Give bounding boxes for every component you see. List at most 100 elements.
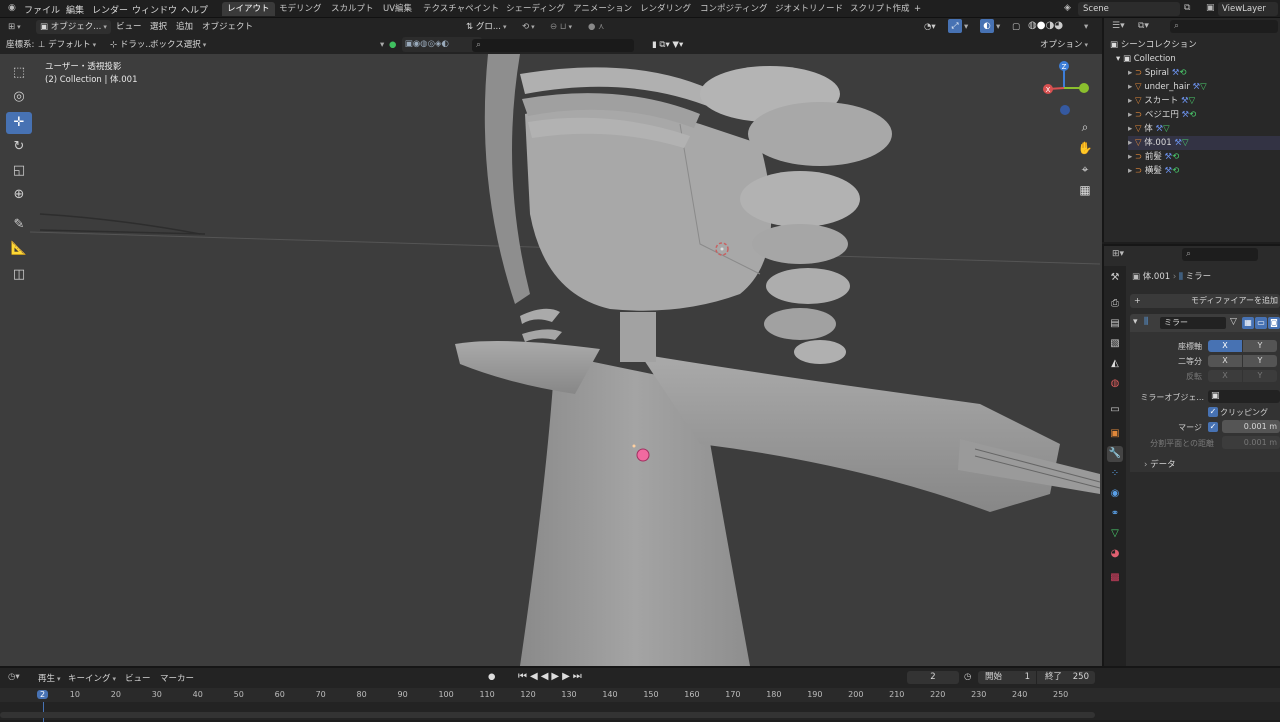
clipping-checkbox[interactable]: ✓ xyxy=(1208,407,1218,417)
workspace-tab-uv[interactable]: UV編集 xyxy=(378,2,417,16)
bisect-distance-input[interactable]: 0.001 m xyxy=(1222,436,1280,449)
workspace-tab-compositing[interactable]: コンポジティング xyxy=(695,2,773,16)
transform-orientation[interactable]: ⇅ グロ... ▾ xyxy=(466,20,506,34)
outliner-item[interactable]: ▸ ⊃ 前髪 ⚒⟲ xyxy=(1128,150,1280,164)
scene-tab-icon[interactable]: ◭ xyxy=(1107,356,1123,372)
visibility-icon[interactable]: ● xyxy=(389,38,396,52)
merge-checkbox[interactable]: ✓ xyxy=(1208,422,1218,432)
expand-icon[interactable]: ▸ xyxy=(1128,68,1132,78)
particles-tab-icon[interactable]: ⁘ xyxy=(1107,466,1123,482)
shading-dropdown-icon[interactable]: ▾ xyxy=(1084,20,1088,34)
constraints-tab-icon[interactable]: ⚭ xyxy=(1107,506,1123,522)
start-frame-input[interactable]: 開始 1 xyxy=(978,671,1036,684)
workspace-tab-scripting[interactable]: スクリプト作成 xyxy=(845,2,915,16)
workspace-tab-sculpt[interactable]: スカルプト xyxy=(326,2,379,16)
pivot-icon[interactable]: ⟲ ▾ xyxy=(522,20,535,34)
mode-selector[interactable]: ▣ オブジェク... ▾ xyxy=(36,20,111,34)
select-tool-icon[interactable]: ⬚ xyxy=(6,62,32,84)
scale-tool-icon[interactable]: ◱ xyxy=(6,160,32,182)
end-frame-input[interactable]: 終了 250 xyxy=(1037,671,1095,684)
add-cube-tool-icon[interactable]: ◫ xyxy=(6,264,32,286)
merge-distance-input[interactable]: 0.001 m xyxy=(1222,420,1280,433)
overlay-toggle-icon[interactable]: ◐ xyxy=(980,19,994,33)
menu-window[interactable]: ウィンドウ xyxy=(132,3,177,16)
collapse-icon[interactable]: ▾ xyxy=(1133,317,1138,327)
grid-perspective-icon[interactable]: ▦ xyxy=(1076,181,1094,199)
annotate-tool-icon[interactable]: ✎ xyxy=(6,214,32,236)
workspace-tab-layout[interactable]: レイアウト xyxy=(222,2,275,16)
flip-y-toggle[interactable]: Y xyxy=(1243,370,1277,382)
physics-tab-icon[interactable]: ◉ xyxy=(1107,486,1123,502)
cursor-tool-icon[interactable]: ◎ xyxy=(6,86,32,108)
properties-search-input[interactable]: ⌕ xyxy=(1182,248,1258,261)
transform-tool-icon[interactable]: ⊕ xyxy=(6,184,32,206)
editor-type-icon[interactable]: ⊞ ▾ xyxy=(8,20,21,34)
outliner-item[interactable]: ▸ ▽ under_hair ⚒▽ xyxy=(1128,80,1280,94)
blender-logo-icon[interactable]: ◉ xyxy=(8,3,16,13)
expand-icon[interactable]: ▸ xyxy=(1128,152,1132,162)
axis-x-toggle[interactable]: X xyxy=(1208,340,1242,352)
texture-tab-icon[interactable]: ▩ xyxy=(1107,570,1123,586)
modifier-tab-icon[interactable]: 🔧 xyxy=(1107,446,1123,462)
gizmo-toggle-icon[interactable]: ⤢ xyxy=(948,19,962,33)
outliner-editor-icon[interactable]: ☰▾ xyxy=(1112,21,1125,31)
tool-tab-icon[interactable]: ⚒ xyxy=(1107,270,1123,286)
scene-selector[interactable]: Scene xyxy=(1078,2,1180,16)
view-layer-tab-icon[interactable]: ▧ xyxy=(1107,336,1123,352)
viewport-toggle-icon[interactable]: ▭ xyxy=(1255,317,1267,329)
menu-view[interactable]: ビュー xyxy=(116,20,142,34)
world-tab-icon[interactable]: ◍ xyxy=(1107,376,1123,392)
timeline-editor-icon[interactable]: ◷▾ xyxy=(8,672,20,682)
marker-menu[interactable]: マーカー xyxy=(160,672,194,684)
expand-icon[interactable]: ▾ xyxy=(1116,54,1120,64)
workspace-tab-rendering[interactable]: レンダリング xyxy=(635,2,696,16)
expand-icon[interactable]: ▸ xyxy=(1128,96,1132,106)
bisect-x-toggle[interactable]: X xyxy=(1208,355,1242,367)
3d-viewport[interactable]: ユーザー・透視投影 (2) Collection | 体.001 Z X ⌕ ✋… xyxy=(0,54,1102,666)
drag-selector[interactable]: ⊹ ドラッ... xyxy=(110,38,153,52)
overlay-dropdown-icon[interactable]: ▾ xyxy=(996,20,1000,34)
timeline-view-menu[interactable]: ビュー xyxy=(125,672,151,684)
modifier-name-input[interactable]: ミラー xyxy=(1160,317,1226,329)
outliner-item[interactable]: ▸ ▽ 体.001 ⚒▽ xyxy=(1128,136,1280,150)
timeline-scrollbar[interactable] xyxy=(0,712,1095,718)
snap-icon[interactable]: ⊖ ⊔ ▾ xyxy=(550,20,572,34)
expand-icon[interactable]: ▸ xyxy=(1128,138,1132,148)
data-tab-icon[interactable]: ▽ xyxy=(1107,526,1123,542)
expand-icon[interactable]: ▸ xyxy=(1128,82,1132,92)
expand-icon[interactable]: ▸ xyxy=(1128,110,1132,120)
bookmark-icon[interactable]: ▮ ⧉▾ ▼▾ xyxy=(652,38,683,52)
gizmo-neg-z-icon[interactable] xyxy=(1060,105,1070,115)
outliner-search-input[interactable]: ⌕ xyxy=(1170,20,1278,33)
scene-collection-row[interactable]: ▣ シーンコレクション xyxy=(1110,38,1280,52)
select-mode-selector[interactable]: ボックス選択 ▾ xyxy=(150,38,206,52)
workspace-tab-geometry-nodes[interactable]: ジオメトリノード xyxy=(770,2,848,16)
object-type-filter-icons[interactable]: ▣◉◍◎◈◐ xyxy=(402,37,482,52)
proportional-edit-icon[interactable]: ● ⋏ xyxy=(588,20,604,34)
menu-help[interactable]: ヘルプ xyxy=(181,3,208,16)
add-workspace-button[interactable]: + xyxy=(909,2,926,16)
outliner-item[interactable]: ▸ ⊃ Spiral ⚒⟲ xyxy=(1128,66,1280,80)
filter-dropdown-icon[interactable]: ▾ xyxy=(380,38,384,52)
options-dropdown[interactable]: オプション ▾ xyxy=(1040,38,1088,52)
add-modifier-button[interactable]: + モディファイアーを追加 xyxy=(1130,294,1280,308)
menu-add[interactable]: 追加 xyxy=(176,20,193,34)
properties-editor-icon[interactable]: ⊞▾ xyxy=(1112,249,1124,259)
menu-file[interactable]: ファイル xyxy=(24,3,60,16)
menu-select[interactable]: 選択 xyxy=(150,20,167,34)
menu-edit[interactable]: 編集 xyxy=(66,3,84,16)
keying-menu[interactable]: キーイング ▾ xyxy=(68,672,116,684)
search-input[interactable]: ⌕ xyxy=(472,39,634,52)
collection-row[interactable]: ▾ ▣ Collection xyxy=(1116,52,1280,66)
xray-icon[interactable]: ▢ xyxy=(1012,20,1020,34)
object-tab-icon[interactable]: ▣ xyxy=(1107,426,1123,442)
collection-tab-icon[interactable]: ▭ xyxy=(1107,402,1123,418)
orientation-selector[interactable]: ⊥ デフォルト ▾ xyxy=(38,38,96,52)
zoom-icon[interactable]: ⌕ xyxy=(1076,118,1094,136)
render-tab-icon[interactable]: ⎙ xyxy=(1107,296,1123,312)
mirror-object-field[interactable]: ▣ xyxy=(1208,390,1280,403)
pan-hand-icon[interactable]: ✋ xyxy=(1076,139,1094,157)
expand-icon[interactable]: ▸ xyxy=(1128,166,1132,176)
shading-mode-icons[interactable]: ◍●◑◕ xyxy=(1028,19,1063,33)
measure-tool-icon[interactable]: 📐 xyxy=(6,238,32,260)
